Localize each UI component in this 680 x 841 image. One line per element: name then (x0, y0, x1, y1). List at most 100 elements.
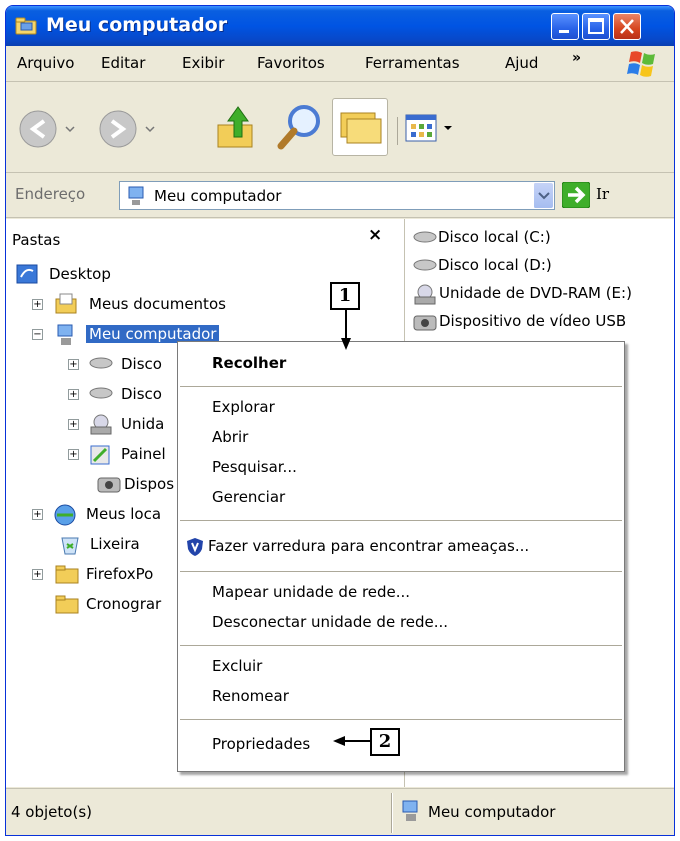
maximize-icon (588, 18, 604, 34)
tree-label: Painel (121, 445, 166, 463)
maximize-button[interactable] (582, 13, 610, 40)
address-value: Meu computador (154, 187, 282, 205)
menu-editar[interactable]: Editar (101, 54, 145, 72)
menu-separator (180, 719, 622, 720)
folder-icon (55, 565, 79, 584)
tree-label: Cronograr (86, 595, 162, 613)
folders-icon (340, 112, 382, 144)
shield-icon (187, 538, 203, 556)
callout-2: 2 (370, 728, 400, 756)
tree-label: Meus documentos (89, 295, 226, 313)
collapse-icon[interactable]: − (32, 329, 43, 340)
menu-separator (180, 571, 622, 572)
status-location: Meu computador (428, 803, 556, 821)
menu-item-explorar[interactable]: Explorar (212, 398, 275, 416)
address-dropdown-button[interactable] (533, 183, 553, 208)
tree-item-meus-locais-de-rede[interactable]: + Meus loca (32, 503, 192, 529)
tree-item-firefoxportable[interactable]: + FirefoxPo (32, 563, 192, 589)
control-panel-icon (90, 445, 110, 465)
expand-icon[interactable]: + (68, 449, 79, 460)
chevron-down-icon (538, 192, 550, 200)
tree-label: Lixeira (90, 535, 140, 553)
status-divider (391, 793, 393, 833)
expand-icon[interactable]: + (68, 359, 79, 370)
hard-disk-icon (413, 231, 437, 243)
tree-label: Disco (121, 355, 162, 373)
tree-item-desktop[interactable]: Desktop (16, 263, 216, 289)
menu-exibir[interactable]: Exibir (182, 54, 224, 72)
callout-arrow-down-icon (341, 310, 351, 350)
tree-item-disco-c[interactable]: + Disco (68, 353, 188, 379)
menu-item-renomear[interactable]: Renomear (212, 687, 289, 705)
status-object-count: 4 objeto(s) (11, 803, 92, 821)
computer-icon (128, 186, 144, 205)
computer-icon (402, 800, 418, 821)
menu-favoritos[interactable]: Favoritos (257, 54, 325, 72)
go-button-label[interactable]: Ir (596, 185, 609, 203)
tree-label: FirefoxPo (86, 565, 154, 583)
address-label: Endereço (15, 185, 86, 203)
expand-icon[interactable]: + (32, 299, 43, 310)
menu-ferramentas[interactable]: Ferramentas (365, 54, 460, 72)
expand-icon[interactable]: + (32, 509, 43, 520)
folders-pane-close-icon[interactable]: × (368, 225, 382, 245)
menu-item-fazer-varredura[interactable]: Fazer varredura para encontrar ameaças..… (208, 537, 529, 555)
computer-folder-icon (15, 17, 37, 35)
file-label: Disco local (D:) (438, 256, 552, 274)
back-arrow-icon[interactable] (18, 107, 88, 151)
folders-button[interactable] (332, 98, 388, 156)
go-arrow-icon[interactable] (562, 182, 590, 208)
minimize-button[interactable] (551, 13, 579, 40)
dvd-drive-icon (414, 284, 436, 305)
video-device-icon (413, 315, 437, 331)
menu-item-mapear-unidade[interactable]: Mapear unidade de rede... (212, 583, 410, 601)
tree-item-cronograma[interactable]: Cronograr (54, 593, 194, 619)
menu-overflow-chevron[interactable]: » (572, 50, 581, 66)
forward-arrow-icon[interactable] (98, 107, 168, 151)
tree-item-meus-documentos[interactable]: + Meus documentos (32, 293, 292, 319)
context-menu: Recolher Explorar Abrir Pesquisar... Ger… (177, 341, 625, 772)
menu-item-propriedades[interactable]: Propriedades (212, 735, 310, 753)
tree-label: Dispos (124, 475, 175, 493)
menu-separator (180, 645, 622, 646)
callout-arrow-left-icon (333, 736, 371, 746)
menu-item-abrir[interactable]: Abrir (212, 428, 248, 446)
close-icon (620, 19, 634, 34)
folders-pane-title: Pastas (12, 231, 61, 249)
search-icon[interactable] (274, 101, 326, 153)
callout-1: 1 (330, 282, 360, 310)
folder-up-icon[interactable] (214, 103, 258, 151)
menu-arquivo[interactable]: Arquivo (17, 54, 74, 72)
menu-ajuda[interactable]: Ajud (505, 54, 545, 72)
close-button[interactable] (613, 13, 641, 40)
hard-disk-icon (413, 259, 437, 271)
address-input[interactable]: Meu computador (119, 181, 555, 210)
title-bar[interactable]: Meu computador (6, 6, 674, 46)
recycle-bin-icon (61, 537, 79, 555)
windows-logo-icon (627, 51, 655, 77)
menu-item-excluir[interactable]: Excluir (212, 657, 262, 675)
tree-item-dispositivo-video[interactable]: Dispos (96, 473, 186, 499)
tree-item-disco-d[interactable]: + Disco (68, 383, 188, 409)
toolbar (6, 83, 674, 173)
video-device-icon (97, 477, 121, 493)
expand-icon[interactable]: + (68, 389, 79, 400)
tree-item-painel-de-controle[interactable]: + Painel (68, 443, 188, 469)
expand-icon[interactable]: + (32, 569, 43, 580)
tree-label: Meus loca (86, 505, 162, 523)
menu-item-desconectar-unidade[interactable]: Desconectar unidade de rede... (212, 613, 448, 631)
minimize-icon (559, 30, 569, 33)
expand-icon[interactable]: + (68, 419, 79, 430)
toolbar-divider (397, 117, 398, 145)
tree-item-unidade-dvd[interactable]: + Unida (68, 413, 188, 439)
tree-label: Unida (121, 415, 165, 433)
desktop-icon (16, 264, 38, 284)
folder-icon (55, 595, 79, 614)
network-places-icon (54, 504, 76, 526)
tree-item-lixeira[interactable]: Lixeira (58, 533, 178, 559)
menu-item-recolher[interactable]: Recolher (212, 354, 286, 372)
status-bar: 4 objeto(s) Meu computador (6, 788, 674, 835)
views-icon[interactable] (404, 111, 464, 147)
menu-item-pesquisar[interactable]: Pesquisar... (212, 458, 297, 476)
menu-item-gerenciar[interactable]: Gerenciar (212, 488, 285, 506)
